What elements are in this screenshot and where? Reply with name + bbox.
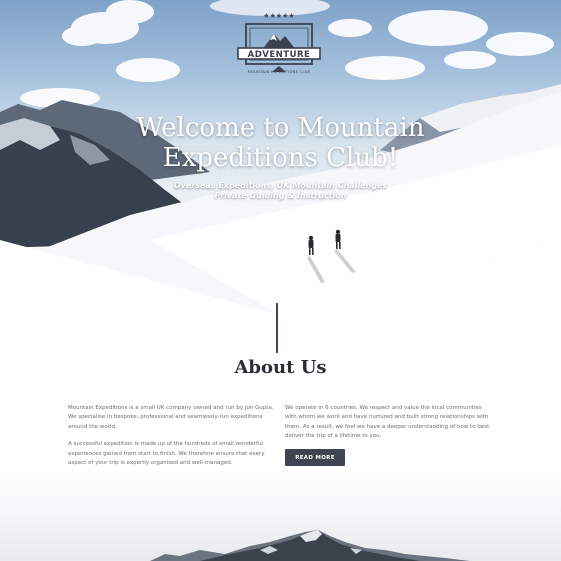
about-paragraph: We operate in 6 countries. We respect an… xyxy=(285,405,490,440)
about-paragraph: Mountain Expeditions is a small UK compa… xyxy=(68,405,274,430)
about-left-column: Mountain Expeditions is a small UK compa… xyxy=(68,404,278,476)
about-right-column: We operate in 6 countries. We respect an… xyxy=(285,404,490,450)
read-more-button[interactable]: READ MORE xyxy=(285,449,345,466)
hero-title-line-1: Welcome to Mountain xyxy=(136,113,425,143)
footer-mountain-image xyxy=(0,470,561,561)
logo-subtitle: MOUNTAIN EXPEDITIONS CLUB xyxy=(247,70,311,74)
hero-title-line-2: Expeditions Club! xyxy=(162,143,399,173)
logo-stars: ★★★★★ xyxy=(263,12,294,20)
section-divider xyxy=(276,303,278,353)
page: ★★★★★ ADVENTURE MOUNTAIN EXPEDITIONS CLU… xyxy=(0,0,561,561)
about-heading: About Us xyxy=(234,357,327,378)
hero-subtitle-line-2: Private Guiding & Instruction xyxy=(214,191,347,200)
hero-title: Welcome to Mountain Expeditions Club! xyxy=(0,113,561,173)
hero-subtitle-line-1: Overseas Expeditions, UK Mountain Challe… xyxy=(173,181,388,190)
about-paragraph: A successful expedition is made up of th… xyxy=(68,441,265,467)
hero-banner: ★★★★★ ADVENTURE MOUNTAIN EXPEDITIONS CLU… xyxy=(0,0,561,315)
adventure-logo[interactable]: ★★★★★ ADVENTURE MOUNTAIN EXPEDITIONS CLU… xyxy=(236,10,322,80)
logo-title: ADVENTURE xyxy=(247,50,311,60)
hero-subtitle: Overseas Expeditions, UK Mountain Challe… xyxy=(0,181,561,201)
